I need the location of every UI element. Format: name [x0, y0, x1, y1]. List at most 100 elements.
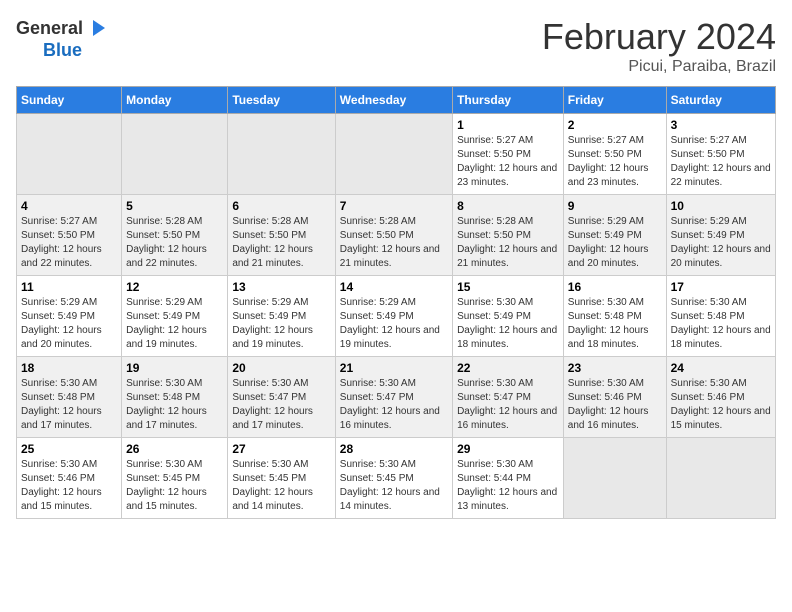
day-cell: 3 Sunrise: 5:27 AMSunset: 5:50 PMDaylight… — [666, 114, 775, 195]
header-sunday: Sunday — [17, 87, 122, 114]
day-number: 3 — [671, 118, 771, 132]
day-info: Sunrise: 5:30 AMSunset: 5:46 PMDaylight:… — [671, 377, 771, 433]
day-cell: 26 Sunrise: 5:30 AMSunset: 5:45 PMDayligh… — [122, 438, 228, 519]
header-friday: Friday — [563, 87, 666, 114]
day-info: Sunrise: 5:28 AMSunset: 5:50 PMDaylight:… — [340, 215, 448, 271]
logo: General Blue — [16, 16, 109, 61]
day-info: Sunrise: 5:29 AMSunset: 5:49 PMDaylight:… — [340, 296, 448, 352]
day-number: 19 — [126, 361, 223, 375]
header-monday: Monday — [122, 87, 228, 114]
day-cell — [122, 114, 228, 195]
day-cell: 21 Sunrise: 5:30 AMSunset: 5:47 PMDayligh… — [335, 357, 452, 438]
logo-blue: Blue — [43, 40, 82, 61]
day-cell: 14 Sunrise: 5:29 AMSunset: 5:49 PMDayligh… — [335, 276, 452, 357]
day-info: Sunrise: 5:30 AMSunset: 5:44 PMDaylight:… — [457, 458, 559, 514]
day-cell: 16 Sunrise: 5:30 AMSunset: 5:48 PMDayligh… — [563, 276, 666, 357]
day-number: 1 — [457, 118, 559, 132]
day-info: Sunrise: 5:30 AMSunset: 5:48 PMDaylight:… — [671, 296, 771, 352]
day-cell — [666, 438, 775, 519]
week-row-3: 11 Sunrise: 5:29 AMSunset: 5:49 PMDayligh… — [17, 276, 776, 357]
day-cell: 28 Sunrise: 5:30 AMSunset: 5:45 PMDayligh… — [335, 438, 452, 519]
day-info: Sunrise: 5:27 AMSunset: 5:50 PMDaylight:… — [671, 134, 771, 190]
day-number: 27 — [232, 442, 330, 456]
day-number: 5 — [126, 199, 223, 213]
day-number: 25 — [21, 442, 117, 456]
day-cell: 8Sunrise: 5:28 AMSunset: 5:50 PMDaylight… — [453, 195, 564, 276]
title-block: February 2024 Picui, Paraiba, Brazil — [542, 16, 776, 76]
day-info: Sunrise: 5:30 AMSunset: 5:46 PMDaylight:… — [21, 458, 117, 514]
day-number: 26 — [126, 442, 223, 456]
day-info: Sunrise: 5:30 AMSunset: 5:45 PMDaylight:… — [340, 458, 448, 514]
day-info: Sunrise: 5:30 AMSunset: 5:45 PMDaylight:… — [232, 458, 330, 514]
day-cell: 17Sunrise: 5:30 AMSunset: 5:48 PMDayligh… — [666, 276, 775, 357]
day-cell: 25 Sunrise: 5:30 AMSunset: 5:46 PMDayligh… — [17, 438, 122, 519]
logo-general: General — [16, 18, 83, 39]
day-number: 21 — [340, 361, 448, 375]
day-info: Sunrise: 5:30 AMSunset: 5:47 PMDaylight:… — [457, 377, 559, 433]
day-number: 18 — [21, 361, 117, 375]
day-cell: 11 Sunrise: 5:29 AMSunset: 5:49 PMDayligh… — [17, 276, 122, 357]
day-info: Sunrise: 5:30 AMSunset: 5:48 PMDaylight:… — [21, 377, 117, 433]
day-info: Sunrise: 5:30 AMSunset: 5:47 PMDaylight:… — [340, 377, 448, 433]
day-info: Sunrise: 5:29 AMSunset: 5:49 PMDaylight:… — [126, 296, 223, 352]
day-number: 22 — [457, 361, 559, 375]
day-info: Sunrise: 5:30 AMSunset: 5:49 PMDaylight:… — [457, 296, 559, 352]
day-number: 14 — [340, 280, 448, 294]
day-number: 8 — [457, 199, 559, 213]
day-info: Sunrise: 5:29 AMSunset: 5:49 PMDaylight:… — [568, 215, 662, 271]
day-number: 12 — [126, 280, 223, 294]
day-number: 28 — [340, 442, 448, 456]
week-row-2: 4 Sunrise: 5:27 AMSunset: 5:50 PMDaylight… — [17, 195, 776, 276]
day-number: 6 — [232, 199, 330, 213]
day-number: 29 — [457, 442, 559, 456]
day-info: Sunrise: 5:29 AMSunset: 5:49 PMDaylight:… — [21, 296, 117, 352]
day-info: Sunrise: 5:29 AMSunset: 5:49 PMDaylight:… — [671, 215, 771, 271]
day-cell: 13 Sunrise: 5:29 AMSunset: 5:49 PMDayligh… — [228, 276, 335, 357]
day-cell: 9Sunrise: 5:29 AMSunset: 5:49 PMDaylight… — [563, 195, 666, 276]
subtitle: Picui, Paraiba, Brazil — [542, 58, 776, 76]
day-number: 2 — [568, 118, 662, 132]
day-cell: 29 Sunrise: 5:30 AMSunset: 5:44 PMDayligh… — [453, 438, 564, 519]
day-cell: 4 Sunrise: 5:27 AMSunset: 5:50 PMDaylight… — [17, 195, 122, 276]
day-number: 16 — [568, 280, 662, 294]
day-number: 13 — [232, 280, 330, 294]
day-cell — [563, 438, 666, 519]
week-row-4: 18 Sunrise: 5:30 AMSunset: 5:48 PMDayligh… — [17, 357, 776, 438]
week-row-5: 25 Sunrise: 5:30 AMSunset: 5:46 PMDayligh… — [17, 438, 776, 519]
day-number: 7 — [340, 199, 448, 213]
header-tuesday: Tuesday — [228, 87, 335, 114]
day-number: 10 — [671, 199, 771, 213]
page-header: General Blue February 2024 Picui, Paraib… — [16, 16, 776, 76]
day-number: 4 — [21, 199, 117, 213]
day-cell — [228, 114, 335, 195]
day-cell: 1 Sunrise: 5:27 AMSunset: 5:50 PMDaylight… — [453, 114, 564, 195]
week-row-1: 1 Sunrise: 5:27 AMSunset: 5:50 PMDaylight… — [17, 114, 776, 195]
day-cell: 18 Sunrise: 5:30 AMSunset: 5:48 PMDayligh… — [17, 357, 122, 438]
day-info: Sunrise: 5:30 AMSunset: 5:46 PMDaylight:… — [568, 377, 662, 433]
day-cell: 27 Sunrise: 5:30 AMSunset: 5:45 PMDayligh… — [228, 438, 335, 519]
day-number: 15 — [457, 280, 559, 294]
day-cell — [335, 114, 452, 195]
day-cell: 12 Sunrise: 5:29 AMSunset: 5:49 PMDayligh… — [122, 276, 228, 357]
day-info: Sunrise: 5:27 AMSunset: 5:50 PMDaylight:… — [457, 134, 559, 190]
day-info: Sunrise: 5:27 AMSunset: 5:50 PMDaylight:… — [21, 215, 117, 271]
logo-icon — [85, 16, 109, 40]
header-row: SundayMondayTuesdayWednesdayThursdayFrid… — [17, 87, 776, 114]
header-saturday: Saturday — [666, 87, 775, 114]
day-info: Sunrise: 5:30 AMSunset: 5:48 PMDaylight:… — [126, 377, 223, 433]
day-cell: 15 Sunrise: 5:30 AMSunset: 5:49 PMDayligh… — [453, 276, 564, 357]
day-info: Sunrise: 5:30 AMSunset: 5:45 PMDaylight:… — [126, 458, 223, 514]
day-number: 11 — [21, 280, 117, 294]
day-cell: 6 Sunrise: 5:28 AMSunset: 5:50 PMDaylight… — [228, 195, 335, 276]
day-info: Sunrise: 5:28 AMSunset: 5:50 PMDaylight:… — [232, 215, 330, 271]
header-thursday: Thursday — [453, 87, 564, 114]
day-number: 23 — [568, 361, 662, 375]
day-number: 20 — [232, 361, 330, 375]
calendar-table: SundayMondayTuesdayWednesdayThursdayFrid… — [16, 86, 776, 519]
day-info: Sunrise: 5:29 AMSunset: 5:49 PMDaylight:… — [232, 296, 330, 352]
day-info: Sunrise: 5:30 AMSunset: 5:47 PMDaylight:… — [232, 377, 330, 433]
header-wednesday: Wednesday — [335, 87, 452, 114]
day-info: Sunrise: 5:30 AMSunset: 5:48 PMDaylight:… — [568, 296, 662, 352]
day-cell: 5Sunrise: 5:28 AMSunset: 5:50 PMDaylight… — [122, 195, 228, 276]
day-cell: 24Sunrise: 5:30 AMSunset: 5:46 PMDayligh… — [666, 357, 775, 438]
